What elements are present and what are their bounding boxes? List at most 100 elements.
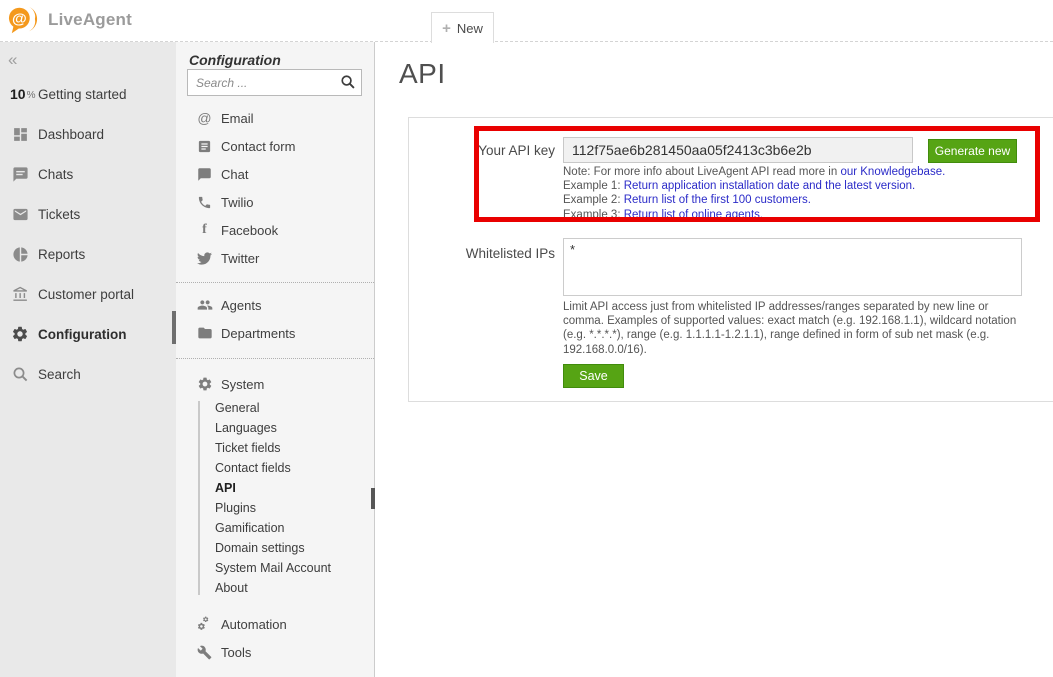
new-button[interactable]: + New bbox=[431, 12, 494, 43]
system-sub-item-api[interactable]: API bbox=[176, 478, 374, 498]
page-title: API bbox=[399, 58, 446, 90]
config-item-email[interactable]: @ Email bbox=[176, 104, 374, 132]
main-nav-list: 10 % Getting started Dashboard Chats bbox=[0, 74, 176, 394]
config-item-twilio[interactable]: Twilio bbox=[176, 188, 374, 216]
pie-chart-icon bbox=[10, 244, 30, 264]
system-sub-item-contact-fields[interactable]: Contact fields bbox=[176, 458, 374, 478]
configuration-panel-title: Configuration bbox=[176, 42, 374, 66]
sidebar-item-search[interactable]: Search bbox=[0, 354, 176, 394]
example-1-link[interactable]: Return application installation date and… bbox=[624, 180, 916, 192]
form-icon bbox=[196, 138, 213, 155]
config-item-automation[interactable]: Automation bbox=[176, 610, 374, 638]
config-item-chat[interactable]: Chat bbox=[176, 160, 374, 188]
tools-icon bbox=[196, 644, 213, 661]
example-text: Example 3: bbox=[563, 209, 624, 221]
sidebar-item-label: Tickets bbox=[38, 207, 80, 222]
channel-settings-list: @ Email Contact form Chat Twilio bbox=[176, 104, 374, 272]
configuration-search bbox=[187, 69, 362, 96]
gear-icon bbox=[196, 376, 213, 393]
api-key-label: Your API key bbox=[408, 143, 555, 158]
sidebar-item-reports[interactable]: Reports bbox=[0, 234, 176, 274]
example-line-1: Example 1: Return application installati… bbox=[563, 179, 993, 193]
search-icon[interactable] bbox=[340, 74, 356, 95]
config-item-label: Twilio bbox=[221, 195, 254, 210]
liveagent-logo-icon: @ bbox=[8, 5, 42, 35]
config-item-system[interactable]: System bbox=[176, 370, 374, 398]
new-button-label: New bbox=[457, 21, 483, 36]
system-sub-item-plugins[interactable]: Plugins bbox=[176, 498, 374, 518]
sidebar-item-label: Reports bbox=[38, 247, 85, 262]
note-line: Note: For more info about LiveAgent API … bbox=[563, 165, 993, 179]
config-item-label: Email bbox=[221, 111, 254, 126]
collapse-sidebar-button[interactable]: « bbox=[0, 42, 30, 70]
config-item-agents[interactable]: Agents bbox=[176, 291, 374, 319]
config-item-label: Departments bbox=[221, 326, 295, 341]
system-sub-item-gamification[interactable]: Gamification bbox=[176, 518, 374, 538]
progress-unit: % bbox=[27, 90, 36, 101]
config-item-label: Tools bbox=[221, 645, 251, 660]
example-2-link[interactable]: Return list of the first 100 customers. bbox=[624, 194, 811, 206]
sidebar-item-label: Dashboard bbox=[38, 127, 104, 142]
whitelisted-ips-textarea[interactable]: * bbox=[563, 238, 1022, 296]
divider bbox=[176, 358, 374, 359]
config-item-twitter[interactable]: Twitter bbox=[176, 244, 374, 272]
system-sub-item-languages[interactable]: Languages bbox=[176, 418, 374, 438]
system-sub-item-system-mail-account[interactable]: System Mail Account bbox=[176, 558, 374, 578]
brand-name: LiveAgent bbox=[48, 10, 132, 30]
sidebar-item-label: Chats bbox=[38, 167, 73, 182]
note-text: Note: For more info about LiveAgent API … bbox=[563, 166, 840, 178]
system-sub-item-domain-settings[interactable]: Domain settings bbox=[176, 538, 374, 558]
envelope-icon bbox=[10, 204, 30, 224]
config-item-label: Chat bbox=[221, 167, 248, 182]
system-sub-item-about[interactable]: About bbox=[176, 578, 374, 598]
knowledgebase-link[interactable]: our Knowledgebase. bbox=[840, 166, 945, 178]
whitelisted-ips-help: Limit API access just from whitelisted I… bbox=[563, 300, 1031, 357]
sidebar-item-configuration[interactable]: Configuration bbox=[0, 314, 176, 354]
liveagent-logo: @ LiveAgent bbox=[8, 5, 132, 35]
config-item-label: Facebook bbox=[221, 223, 278, 238]
example-3-link[interactable]: Return list of online agents. bbox=[624, 209, 763, 221]
config-item-label: Automation bbox=[221, 617, 287, 632]
example-line-3: Example 3: Return list of online agents. bbox=[563, 208, 993, 222]
twitter-bird-icon bbox=[196, 250, 213, 267]
config-item-departments[interactable]: Departments bbox=[176, 319, 374, 347]
people-icon bbox=[196, 297, 213, 314]
config-item-contact-form[interactable]: Contact form bbox=[176, 132, 374, 160]
phone-icon bbox=[196, 194, 213, 211]
config-item-label: System bbox=[221, 377, 264, 392]
configuration-scrollbar-thumb[interactable] bbox=[371, 488, 375, 509]
sidebar-item-getting-started[interactable]: 10 % Getting started bbox=[0, 74, 176, 114]
dashboard-icon bbox=[10, 124, 30, 144]
chats-icon bbox=[10, 164, 30, 184]
tools-settings-list: Automation Tools bbox=[176, 610, 374, 666]
system-sub-item-ticket-fields[interactable]: Ticket fields bbox=[176, 438, 374, 458]
gears-icon bbox=[196, 616, 213, 633]
save-button[interactable]: Save bbox=[563, 364, 624, 388]
sidebar-item-label: Configuration bbox=[38, 327, 126, 342]
config-item-tools[interactable]: Tools bbox=[176, 638, 374, 666]
config-item-label: Contact form bbox=[221, 139, 295, 154]
whitelisted-ips-label: Whitelisted IPs bbox=[408, 246, 555, 261]
config-item-label: Twitter bbox=[221, 251, 259, 266]
configuration-panel: Configuration @ Email Contact form bbox=[176, 42, 375, 677]
api-key-input[interactable] bbox=[563, 137, 913, 163]
sidebar-item-chats[interactable]: Chats bbox=[0, 154, 176, 194]
main-sidebar: « 10 % Getting started Dashboard Chat bbox=[0, 42, 176, 677]
sidebar-item-label: Search bbox=[38, 367, 81, 382]
progress-value: 10 bbox=[10, 86, 26, 102]
system-sub-item-general[interactable]: General bbox=[176, 398, 374, 418]
api-key-notes: Note: For more info about LiveAgent API … bbox=[563, 165, 993, 222]
at-sign-icon: @ bbox=[196, 110, 213, 127]
sidebar-item-dashboard[interactable]: Dashboard bbox=[0, 114, 176, 154]
example-text: Example 1: bbox=[563, 180, 624, 192]
top-header: @ LiveAgent + New bbox=[0, 0, 1053, 42]
plus-icon: + bbox=[442, 21, 451, 36]
progress-badge: 10 % bbox=[10, 86, 38, 102]
sidebar-item-tickets[interactable]: Tickets bbox=[0, 194, 176, 234]
generate-new-button[interactable]: Generate new bbox=[928, 139, 1017, 163]
config-item-facebook[interactable]: f Facebook bbox=[176, 216, 374, 244]
svg-text:@: @ bbox=[12, 10, 27, 27]
example-text: Example 2: bbox=[563, 194, 624, 206]
sidebar-item-customer-portal[interactable]: Customer portal bbox=[0, 274, 176, 314]
configuration-search-input[interactable] bbox=[187, 69, 362, 96]
